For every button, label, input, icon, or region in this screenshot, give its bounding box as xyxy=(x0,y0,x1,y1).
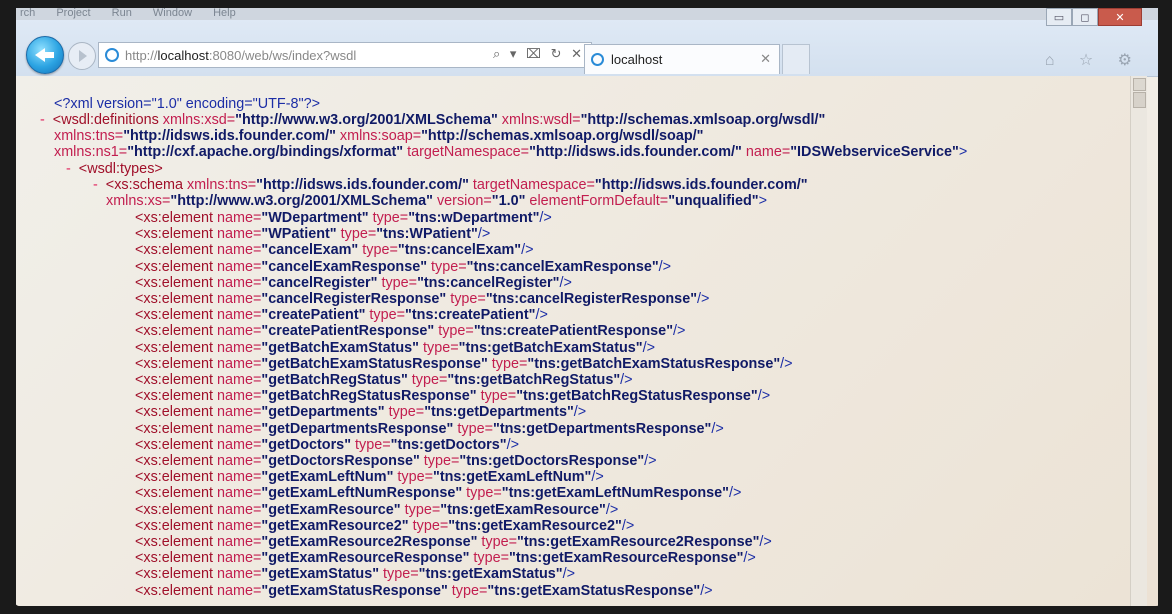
ie-logo-icon xyxy=(105,48,119,62)
schema-element-line: <xs:element name="WPatient" type="tns:WP… xyxy=(135,226,491,243)
schema-element-line: <xs:element name="getBatchExamStatus" ty… xyxy=(135,339,656,356)
ie-logo-icon xyxy=(591,53,604,66)
schema-element-line: <xs:element name="getDoctors" type="tns:… xyxy=(135,436,520,453)
page-content: <?xml version="1.0" encoding="UTF-8"?> -… xyxy=(14,76,1130,606)
menu-item: Project xyxy=(56,7,91,19)
schema-element-line: <xs:element name="cancelRegisterResponse… xyxy=(135,291,710,307)
address-url[interactable]: http://localhost:8080/web/ws/index?wsdl xyxy=(125,48,356,63)
schema-element-line: <xs:element name="getExamResource2" type… xyxy=(135,517,635,534)
schema-element-line: <xs:element name="getExamResource" type=… xyxy=(135,501,619,518)
minimize-button[interactable]: ▭ xyxy=(1046,8,1072,26)
schema-element-line: <xs:element name="getExamLeftNumResponse… xyxy=(135,485,742,502)
schema-element-line: <xs:element name="cancelRegister" type="… xyxy=(135,274,572,291)
schema-element-line: <xs:element name="getDoctorsResponse" ty… xyxy=(135,453,657,469)
schema-element-line: <xs:element name="WDepartment" type="tns… xyxy=(135,210,552,226)
schema-element-line: <xs:element name="createPatientResponse"… xyxy=(135,323,686,340)
address-tools[interactable]: ⌕ ▾ ⌧ ↻ ✕ xyxy=(493,46,585,62)
schema-line-1: - <xs:schema xmlns:tns="http://idsws.ids… xyxy=(93,177,808,193)
collapse-toggle[interactable]: - xyxy=(66,161,71,177)
schema-element-line: <xs:element name="getExamStatus" type="t… xyxy=(135,566,576,583)
schema-element-line: <xs:element name="getExamResource2Respon… xyxy=(135,534,772,550)
definitions-line-3: xmlns:ns1="http://cxf.apache.org/binding… xyxy=(54,144,968,160)
new-tab-button[interactable] xyxy=(782,44,810,74)
types-line: - <wsdl:types> xyxy=(66,161,163,177)
definitions-line-2: xmlns:tns="http://idsws.ids.founder.com/… xyxy=(54,128,704,144)
schema-element-line: <xs:element name="getExamStatusResponse"… xyxy=(135,582,713,599)
collapse-toggle[interactable]: - xyxy=(40,112,45,128)
close-window-button[interactable]: ✕ xyxy=(1098,8,1142,26)
collapse-toggle[interactable]: - xyxy=(93,177,98,193)
menu-item: Run xyxy=(111,7,132,19)
schema-element-line: <xs:element name="cancelExamResponse" ty… xyxy=(135,258,672,275)
xml-declaration: <?xml version="1.0" encoding="UTF-8"?> xyxy=(54,96,321,112)
schema-element-line: <xs:element name="getExamResourceRespons… xyxy=(135,550,756,567)
tab-localhost[interactable]: localhost ✕ xyxy=(584,44,780,74)
schema-element-line: <xs:element name="getBatchRegStatus" typ… xyxy=(135,372,633,388)
tab-title: localhost xyxy=(611,52,663,67)
window-controls: ▭ ◻ ✕ xyxy=(1046,8,1142,28)
schema-element-line: <xs:element name="getBatchExamStatusResp… xyxy=(135,355,793,372)
browser-toolbar: http://localhost:8080/web/ws/index?wsdl … xyxy=(14,20,1162,77)
maximize-button[interactable]: ◻ xyxy=(1072,8,1098,26)
scroll-up-arrow-icon[interactable] xyxy=(1133,78,1146,91)
schema-element-line: <xs:element name="getDepartmentsResponse… xyxy=(135,420,724,437)
right-tools[interactable]: ⌂ ☆ ⚙ xyxy=(1045,50,1142,70)
schema-element-line: <xs:element name="createPatient" type="t… xyxy=(135,307,548,324)
browser-window: rch Project Run Window Help http://local… xyxy=(14,6,1162,606)
close-tab-icon[interactable]: ✕ xyxy=(760,51,771,67)
vertical-scrollbar[interactable] xyxy=(1130,76,1147,606)
schema-line-2: xmlns:xs="http://www.w3.org/2001/XMLSche… xyxy=(106,193,768,209)
back-button[interactable] xyxy=(26,36,64,74)
address-bar[interactable]: http://localhost:8080/web/ws/index?wsdl … xyxy=(98,42,592,68)
menu-item: Window xyxy=(152,7,193,19)
schema-element-line: <xs:element name="getBatchRegStatusRespo… xyxy=(135,388,771,405)
frame-edge-bottom xyxy=(0,606,1172,614)
schema-element-line: <xs:element name="cancelExam" type="tns:… xyxy=(135,242,534,259)
schema-element-line: <xs:element name="getDepartments" type="… xyxy=(135,404,587,421)
scroll-thumb[interactable] xyxy=(1133,92,1146,108)
definitions-line-1: - <wsdl:definitions xmlns:xsd="http://ww… xyxy=(40,112,826,128)
menu-item: rch xyxy=(20,7,36,19)
menu-item: Help xyxy=(213,7,236,19)
schema-element-line: <xs:element name="getExamLeftNum" type="… xyxy=(135,469,604,486)
forward-button[interactable] xyxy=(68,42,96,70)
background-ide-menubar: rch Project Run Window Help xyxy=(14,6,1162,20)
